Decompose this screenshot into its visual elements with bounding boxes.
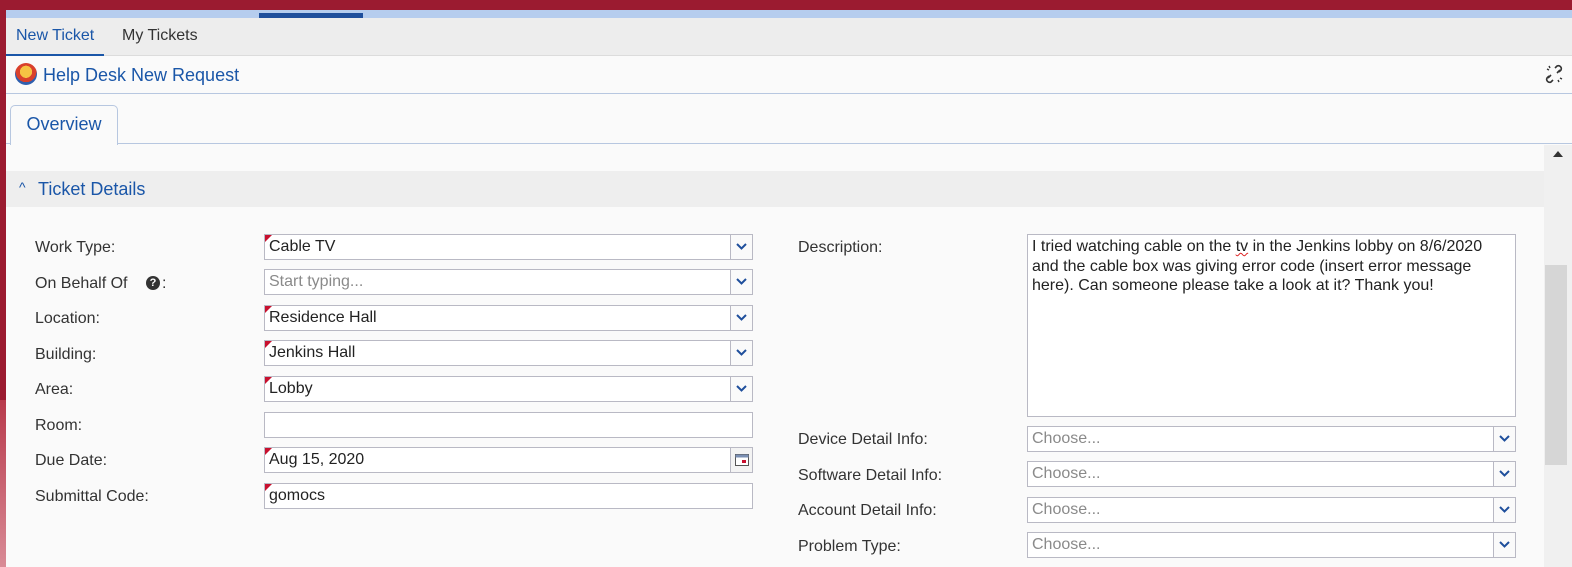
software-detail-placeholder: Choose...: [1032, 465, 1101, 482]
chevron-down-icon: [736, 243, 747, 250]
area-value: Lobby: [269, 380, 313, 397]
submittal-code-value: gomocs: [269, 487, 326, 504]
account-detail-placeholder: Choose...: [1032, 501, 1101, 518]
vertical-scrollbar[interactable]: [1544, 145, 1572, 567]
tab-overview[interactable]: Overview: [10, 105, 118, 145]
label-software-detail-info: Software Detail Info:: [798, 467, 943, 484]
building-dropdown[interactable]: Jenkins Hall: [264, 340, 753, 366]
label-description: Description:: [798, 239, 883, 256]
submittal-code-input[interactable]: gomocs: [264, 483, 753, 509]
help-icon[interactable]: ?: [146, 276, 160, 290]
problem-type-dropdown[interactable]: Choose...: [1027, 532, 1516, 558]
account-detail-dropdown[interactable]: Choose...: [1027, 497, 1516, 523]
section-header-ticket-details[interactable]: ^ Ticket Details: [6, 171, 1544, 207]
scroll-thumb[interactable]: [1545, 265, 1567, 465]
section-title: Ticket Details: [38, 179, 146, 199]
location-dropdown[interactable]: Residence Hall: [264, 305, 753, 331]
tab-new-ticket[interactable]: New Ticket: [6, 18, 105, 56]
location-value: Residence Hall: [269, 309, 377, 326]
label-building: Building:: [35, 346, 97, 363]
dropdown-arrow[interactable]: [1493, 462, 1515, 486]
work-type-dropdown[interactable]: Cable TV: [264, 234, 753, 260]
dropdown-arrow[interactable]: [730, 306, 752, 330]
label-work-type: Work Type:: [35, 239, 116, 256]
label-device-detail-info: Device Detail Info:: [798, 431, 928, 448]
dropdown-arrow[interactable]: [730, 377, 752, 401]
chevron-down-icon: [1499, 541, 1510, 548]
chevron-down-icon: [1499, 435, 1510, 442]
dropdown-arrow[interactable]: [1493, 427, 1515, 451]
scroll-up-arrow-icon[interactable]: [1553, 151, 1563, 157]
chevron-down-icon: [736, 278, 747, 285]
calendar-icon: [735, 454, 749, 466]
device-detail-placeholder: Choose...: [1032, 430, 1101, 447]
area-dropdown[interactable]: Lobby: [264, 376, 753, 402]
dropdown-arrow[interactable]: [730, 270, 752, 294]
room-input[interactable]: [264, 412, 753, 438]
chevron-down-icon: [736, 314, 747, 321]
software-detail-dropdown[interactable]: Choose...: [1027, 461, 1516, 487]
page-title: Help Desk New Request: [43, 65, 240, 85]
label-due-date: Due Date:: [35, 452, 108, 469]
label-on-behalf-of-colon: :: [162, 275, 167, 292]
description-text-start: I tried watching cable on the: [1032, 238, 1236, 255]
chevron-down-icon: [1499, 470, 1510, 477]
label-problem-type: Problem Type:: [798, 538, 901, 555]
due-date-value: Aug 15, 2020: [269, 451, 365, 468]
problem-type-placeholder: Choose...: [1032, 536, 1101, 553]
dropdown-arrow[interactable]: [730, 341, 752, 365]
label-area: Area:: [35, 381, 74, 398]
title-bar: Help Desk New Request: [6, 57, 1572, 94]
label-room: Room:: [35, 417, 83, 434]
chevron-down-icon: [1499, 506, 1510, 513]
label-account-detail-info: Account Detail Info:: [798, 502, 937, 519]
misspelled-word: tv: [1235, 238, 1249, 255]
chevron-down-icon: [736, 349, 747, 356]
tab-my-tickets[interactable]: My Tickets: [112, 18, 208, 56]
loading-strip: [6, 10, 1572, 18]
dropdown-arrow[interactable]: [730, 235, 752, 259]
label-location: Location:: [35, 310, 100, 327]
app-logo-icon: [15, 63, 37, 85]
work-type-value: Cable TV: [269, 238, 336, 255]
label-on-behalf-of: On Behalf Of: [35, 275, 128, 293]
unlink-icon[interactable]: [1544, 64, 1564, 84]
app-window: New Ticket My Tickets Help Desk New Requ…: [6, 10, 1572, 567]
dropdown-arrow[interactable]: [1493, 498, 1515, 522]
chevron-down-icon: [736, 385, 747, 392]
dropdown-arrow[interactable]: [1493, 533, 1515, 557]
on-behalf-of-placeholder: Start typing...: [269, 273, 364, 290]
label-on-behalf-of-text: On Behalf Of: [35, 275, 128, 292]
building-value: Jenkins Hall: [269, 344, 356, 361]
device-detail-dropdown[interactable]: Choose...: [1027, 426, 1516, 452]
detail-tabstrip: Overview: [6, 95, 1572, 145]
calendar-button[interactable]: [730, 448, 752, 472]
on-behalf-of-input[interactable]: Start typing...: [264, 269, 753, 295]
form-content: ^ Ticket Details Work Type: On Behalf Of…: [6, 145, 1544, 567]
due-date-input[interactable]: Aug 15, 2020: [264, 447, 753, 473]
label-submittal-code: Submittal Code:: [35, 488, 149, 505]
description-textarea[interactable]: I tried watching cable on the tv in the …: [1027, 234, 1516, 417]
chevron-up-icon[interactable]: ^: [19, 179, 26, 195]
top-tab-bar: New Ticket My Tickets: [6, 18, 1572, 56]
